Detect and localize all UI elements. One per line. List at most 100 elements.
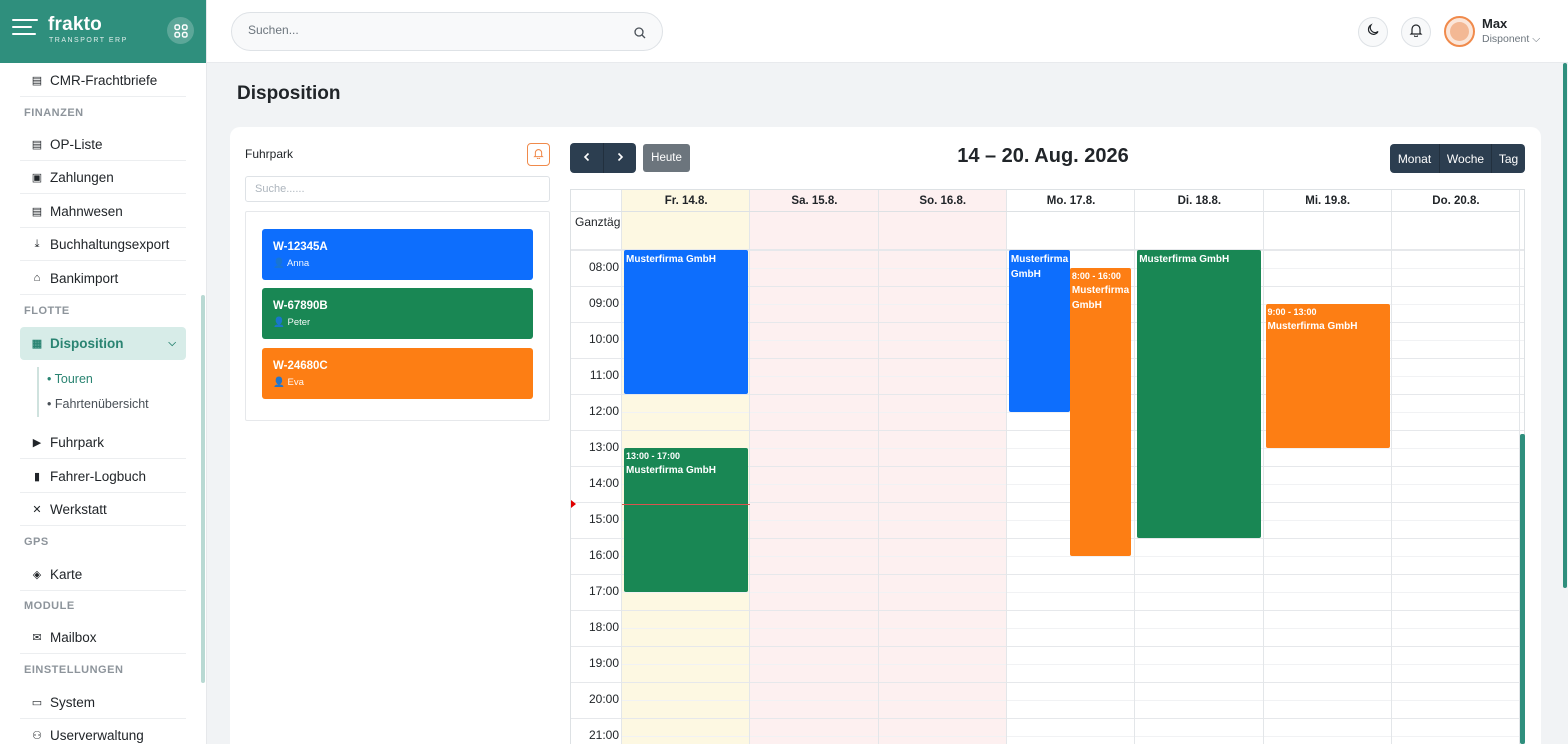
sidebar-scrollbar[interactable] <box>201 295 205 683</box>
sidebar-item-fahrer-logbuch[interactable]: ▮ Fahrer-Logbuch <box>20 460 186 493</box>
sidebar-item-label: Userverwaltung <box>50 728 144 743</box>
sidebar-item-label: Werkstatt <box>50 501 107 517</box>
search-icon[interactable] <box>634 26 646 44</box>
view-switcher: Monat Woche Tag <box>1390 144 1525 173</box>
submenu-item-fahrtenuebersicht[interactable]: • Fahrtenübersicht <box>47 397 149 411</box>
submenu-item-touren[interactable]: • Touren <box>47 372 93 386</box>
menu-toggle-icon[interactable] <box>12 19 38 39</box>
calendar-event[interactable]: Musterfirma GmbH <box>1008 250 1070 412</box>
submenu-label: Touren <box>54 372 93 386</box>
vehicle-card[interactable]: W-67890B 👤 Peter <box>262 288 533 339</box>
calendar-scrollbar[interactable] <box>1520 434 1525 744</box>
time-label: 12:00 <box>588 404 619 418</box>
sidebar-item-op-liste[interactable]: ▤ OP-Liste <box>20 128 186 161</box>
column-divider <box>1390 190 1392 744</box>
day-header[interactable]: Do. 20.8. <box>1391 190 1521 212</box>
vehicle-plate: W-24680C <box>273 360 328 372</box>
day-column-6[interactable] <box>1391 190 1521 744</box>
sidebar-item-zahlungen[interactable]: ▣ Zahlungen <box>20 161 186 194</box>
vehicle-card[interactable]: W-24680C 👤 Eva <box>262 348 533 399</box>
next-week-button[interactable] <box>603 143 636 173</box>
user-icon: 👤 <box>273 317 285 328</box>
submenu-disposition: • Touren • Fahrtenübersicht <box>37 367 187 417</box>
time-label: 10:00 <box>588 332 619 346</box>
topbar: Max Disponent ⌵ <box>207 0 1568 63</box>
chevron-left-icon <box>582 149 592 167</box>
view-week-button[interactable]: Woche <box>1439 144 1491 173</box>
sidebar-item-mahnwesen[interactable]: ▤ Mahnwesen <box>20 195 186 228</box>
now-indicator-line <box>622 503 750 505</box>
calendar-title: 14 – 20. Aug. 2026 <box>957 145 1129 167</box>
sidebar-item-label: Fuhrpark <box>50 434 105 450</box>
calendar-event[interactable]: 13:00 - 17:00 Musterfirma GmbH <box>624 448 749 592</box>
fleet-search <box>245 176 550 202</box>
avatar[interactable] <box>1444 16 1475 47</box>
sidebar-item-disposition[interactable]: ▦ Disposition ⌵ <box>20 327 186 360</box>
column-divider <box>621 190 622 744</box>
time-label: 08:00 <box>588 260 619 274</box>
user-role-dropdown[interactable]: Disponent ⌵ <box>1482 33 1540 46</box>
time-label: 19:00 <box>588 656 619 670</box>
bank-icon: ⌂ <box>33 272 41 284</box>
day-header[interactable]: Sa. 15.8. <box>750 190 879 212</box>
view-month-button[interactable]: Monat <box>1390 144 1439 173</box>
driver-name: Anna <box>286 258 310 269</box>
day-column-5[interactable] <box>1263 190 1392 744</box>
sidebar-item-werkstatt[interactable]: ✕ Werkstatt <box>20 493 186 526</box>
sidebar-item-userverwaltung[interactable]: ⚇ Userverwaltung <box>20 719 186 744</box>
calendar-icon: ▦ <box>31 338 43 350</box>
brand-subtitle: TRANSPORT ERP <box>49 37 128 44</box>
hour-line <box>571 718 1524 719</box>
user-name[interactable]: Max <box>1482 16 1507 31</box>
fleet-search-input[interactable] <box>246 177 549 201</box>
day-header[interactable]: Mi. 19.8. <box>1263 190 1392 212</box>
sidebar-item-cmr[interactable]: ▤ CMR-Frachtbriefe <box>20 64 186 97</box>
view-day-button[interactable]: Tag <box>1491 144 1525 173</box>
sidebar-item-system[interactable]: ▭ System <box>20 686 186 719</box>
bell-icon <box>1409 23 1423 42</box>
page-scrollbar[interactable] <box>1562 63 1568 744</box>
event-title: Musterfirma GmbH <box>1010 254 1069 280</box>
time-label: 18:00 <box>588 620 619 634</box>
sidebar-item-label: Fahrer-Logbuch <box>50 468 147 484</box>
sidebar-item-label: OP-Liste <box>50 136 103 152</box>
column-divider <box>1134 190 1136 744</box>
day-column-1[interactable] <box>750 190 879 744</box>
brand-name: frakto <box>48 14 102 35</box>
sidebar-item-mailbox[interactable]: ✉ Mailbox <box>20 621 186 654</box>
column-divider <box>1005 190 1007 744</box>
calendar-event[interactable]: Musterfirma GmbH <box>624 250 749 394</box>
column-divider <box>749 190 751 744</box>
mail-icon: ✉ <box>32 631 42 644</box>
fleet-alert-button[interactable] <box>527 143 550 166</box>
search-input[interactable] <box>248 23 618 37</box>
day-header[interactable]: Fr. 14.8. <box>622 190 751 212</box>
prev-week-button[interactable] <box>570 143 603 173</box>
chevron-right-icon <box>615 149 625 167</box>
day-header[interactable]: Mo. 17.8. <box>1006 190 1136 212</box>
day-header[interactable]: So. 16.8. <box>878 190 1007 212</box>
now-indicator-arrow <box>571 499 576 508</box>
driver-name: Peter <box>287 317 311 328</box>
allday-label: Ganztägig <box>575 215 630 229</box>
dark-mode-toggle[interactable] <box>1358 17 1388 47</box>
calendar-event[interactable]: Musterfirma GmbH <box>1137 250 1262 538</box>
day-column-2[interactable] <box>878 190 1007 744</box>
day-header[interactable]: Di. 18.8. <box>1135 190 1264 212</box>
apps-grid-icon[interactable] <box>167 17 194 44</box>
calendar-event[interactable]: 8:00 - 16:00 Musterfirma GmbH <box>1069 268 1132 556</box>
notifications-button[interactable] <box>1401 17 1431 47</box>
sidebar-item-bankimport[interactable]: ⌂ Bankimport <box>20 262 186 295</box>
calendar-event[interactable]: 9:00 - 13:00 Musterfirma GmbH <box>1265 304 1390 448</box>
today-button[interactable]: Heute <box>643 144 690 172</box>
vehicle-card[interactable]: W-12345A 👤 Anna <box>262 229 533 280</box>
sidebar-item-karte[interactable]: ◈ Karte <box>20 558 186 591</box>
time-label: 11:00 <box>589 368 619 382</box>
sidebar-item-fuhrpark[interactable]: ▶ Fuhrpark <box>20 426 186 459</box>
driver-name: Eva <box>287 377 304 388</box>
time-label: 16:00 <box>588 548 619 562</box>
vehicle-driver: 👤 Anna <box>273 258 309 269</box>
section-einstellungen: EINSTELLUNGEN <box>24 664 124 676</box>
time-label: 20:00 <box>588 692 619 706</box>
sidebar-item-buchhaltungsexport[interactable]: ⤓ Buchhaltungsexport <box>20 228 186 261</box>
